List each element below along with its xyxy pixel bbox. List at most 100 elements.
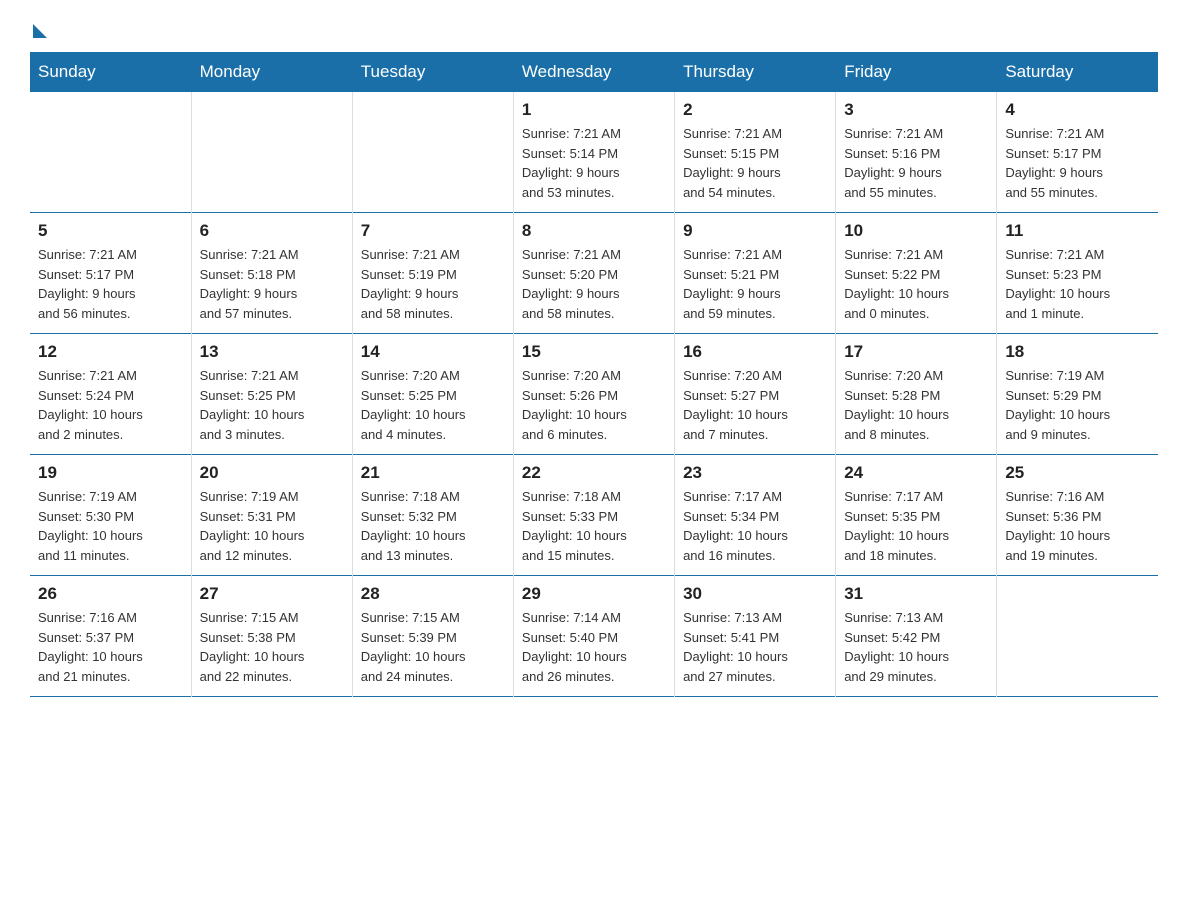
day-info: Sunrise: 7:21 AMSunset: 5:21 PMDaylight:… bbox=[683, 245, 827, 323]
day-info: Sunrise: 7:18 AMSunset: 5:32 PMDaylight:… bbox=[361, 487, 505, 565]
day-info: Sunrise: 7:18 AMSunset: 5:33 PMDaylight:… bbox=[522, 487, 666, 565]
calendar-cell: 3 Sunrise: 7:21 AMSunset: 5:16 PMDaylight… bbox=[836, 92, 997, 213]
day-number: 19 bbox=[38, 463, 183, 483]
day-number: 18 bbox=[1005, 342, 1150, 362]
day-number: 22 bbox=[522, 463, 666, 483]
day-number: 11 bbox=[1005, 221, 1150, 241]
calendar-cell: 20 Sunrise: 7:19 AMSunset: 5:31 PMDayligh… bbox=[191, 455, 352, 576]
calendar-cell: 25 Sunrise: 7:16 AMSunset: 5:36 PMDayligh… bbox=[997, 455, 1158, 576]
calendar-cell: 21 Sunrise: 7:18 AMSunset: 5:32 PMDayligh… bbox=[352, 455, 513, 576]
calendar-cell: 13 Sunrise: 7:21 AMSunset: 5:25 PMDayligh… bbox=[191, 334, 352, 455]
day-info: Sunrise: 7:21 AMSunset: 5:24 PMDaylight:… bbox=[38, 366, 183, 444]
calendar-cell: 14Sunrise: 7:20 AMSunset: 5:25 PMDayligh… bbox=[352, 334, 513, 455]
day-info: Sunrise: 7:19 AMSunset: 5:30 PMDaylight:… bbox=[38, 487, 183, 565]
day-number: 6 bbox=[200, 221, 344, 241]
page-header bbox=[30, 20, 1158, 34]
day-number: 25 bbox=[1005, 463, 1150, 483]
day-info: Sunrise: 7:13 AMSunset: 5:41 PMDaylight:… bbox=[683, 608, 827, 686]
day-info: Sunrise: 7:21 AMSunset: 5:20 PMDaylight:… bbox=[522, 245, 666, 323]
day-number: 1 bbox=[522, 100, 666, 120]
day-number: 15 bbox=[522, 342, 666, 362]
calendar-cell: 19 Sunrise: 7:19 AMSunset: 5:30 PMDayligh… bbox=[30, 455, 191, 576]
calendar-cell: 4 Sunrise: 7:21 AMSunset: 5:17 PMDaylight… bbox=[997, 92, 1158, 213]
day-info: Sunrise: 7:15 AMSunset: 5:38 PMDaylight:… bbox=[200, 608, 344, 686]
day-number: 31 bbox=[844, 584, 988, 604]
day-number: 9 bbox=[683, 221, 827, 241]
day-number: 12 bbox=[38, 342, 183, 362]
calendar-cell: 29Sunrise: 7:14 AMSunset: 5:40 PMDayligh… bbox=[513, 576, 674, 697]
day-info: Sunrise: 7:15 AMSunset: 5:39 PMDaylight:… bbox=[361, 608, 505, 686]
day-info: Sunrise: 7:21 AMSunset: 5:17 PMDaylight:… bbox=[1005, 124, 1150, 202]
column-header-tuesday: Tuesday bbox=[352, 52, 513, 92]
day-info: Sunrise: 7:19 AMSunset: 5:31 PMDaylight:… bbox=[200, 487, 344, 565]
column-header-sunday: Sunday bbox=[30, 52, 191, 92]
day-info: Sunrise: 7:21 AMSunset: 5:14 PMDaylight:… bbox=[522, 124, 666, 202]
day-info: Sunrise: 7:16 AMSunset: 5:36 PMDaylight:… bbox=[1005, 487, 1150, 565]
calendar-cell: 10 Sunrise: 7:21 AMSunset: 5:22 PMDayligh… bbox=[836, 213, 997, 334]
day-info: Sunrise: 7:21 AMSunset: 5:18 PMDaylight:… bbox=[200, 245, 344, 323]
day-info: Sunrise: 7:17 AMSunset: 5:34 PMDaylight:… bbox=[683, 487, 827, 565]
day-number: 28 bbox=[361, 584, 505, 604]
calendar-week-2: 5 Sunrise: 7:21 AMSunset: 5:17 PMDaylight… bbox=[30, 213, 1158, 334]
day-info: Sunrise: 7:17 AMSunset: 5:35 PMDaylight:… bbox=[844, 487, 988, 565]
day-number: 17 bbox=[844, 342, 988, 362]
calendar-cell: 24 Sunrise: 7:17 AMSunset: 5:35 PMDayligh… bbox=[836, 455, 997, 576]
calendar-cell: 12 Sunrise: 7:21 AMSunset: 5:24 PMDayligh… bbox=[30, 334, 191, 455]
day-number: 10 bbox=[844, 221, 988, 241]
calendar-cell: 30 Sunrise: 7:13 AMSunset: 5:41 PMDayligh… bbox=[675, 576, 836, 697]
day-number: 26 bbox=[38, 584, 183, 604]
calendar-week-1: 1 Sunrise: 7:21 AMSunset: 5:14 PMDaylight… bbox=[30, 92, 1158, 213]
day-number: 4 bbox=[1005, 100, 1150, 120]
day-info: Sunrise: 7:21 AMSunset: 5:19 PMDaylight:… bbox=[361, 245, 505, 323]
day-number: 3 bbox=[844, 100, 988, 120]
day-info: Sunrise: 7:21 AMSunset: 5:25 PMDaylight:… bbox=[200, 366, 344, 444]
day-info: Sunrise: 7:20 AMSunset: 5:26 PMDaylight:… bbox=[522, 366, 666, 444]
calendar-cell: 17 Sunrise: 7:20 AMSunset: 5:28 PMDayligh… bbox=[836, 334, 997, 455]
column-header-monday: Monday bbox=[191, 52, 352, 92]
calendar-cell: 2 Sunrise: 7:21 AMSunset: 5:15 PMDaylight… bbox=[675, 92, 836, 213]
calendar-cell: 7Sunrise: 7:21 AMSunset: 5:19 PMDaylight… bbox=[352, 213, 513, 334]
day-info: Sunrise: 7:21 AMSunset: 5:17 PMDaylight:… bbox=[38, 245, 183, 323]
calendar-cell: 18Sunrise: 7:19 AMSunset: 5:29 PMDayligh… bbox=[997, 334, 1158, 455]
calendar-cell bbox=[30, 92, 191, 213]
calendar-cell: 15 Sunrise: 7:20 AMSunset: 5:26 PMDayligh… bbox=[513, 334, 674, 455]
calendar-cell: 16Sunrise: 7:20 AMSunset: 5:27 PMDayligh… bbox=[675, 334, 836, 455]
day-info: Sunrise: 7:21 AMSunset: 5:15 PMDaylight:… bbox=[683, 124, 827, 202]
day-info: Sunrise: 7:21 AMSunset: 5:16 PMDaylight:… bbox=[844, 124, 988, 202]
calendar-cell: 31Sunrise: 7:13 AMSunset: 5:42 PMDayligh… bbox=[836, 576, 997, 697]
logo bbox=[30, 20, 47, 34]
calendar-cell: 26Sunrise: 7:16 AMSunset: 5:37 PMDayligh… bbox=[30, 576, 191, 697]
day-info: Sunrise: 7:14 AMSunset: 5:40 PMDaylight:… bbox=[522, 608, 666, 686]
day-number: 5 bbox=[38, 221, 183, 241]
calendar-cell bbox=[997, 576, 1158, 697]
day-number: 23 bbox=[683, 463, 827, 483]
column-header-thursday: Thursday bbox=[675, 52, 836, 92]
day-number: 30 bbox=[683, 584, 827, 604]
logo-arrow-icon bbox=[33, 24, 47, 38]
day-info: Sunrise: 7:20 AMSunset: 5:25 PMDaylight:… bbox=[361, 366, 505, 444]
column-header-wednesday: Wednesday bbox=[513, 52, 674, 92]
day-number: 20 bbox=[200, 463, 344, 483]
column-header-friday: Friday bbox=[836, 52, 997, 92]
day-info: Sunrise: 7:20 AMSunset: 5:28 PMDaylight:… bbox=[844, 366, 988, 444]
calendar-week-4: 19 Sunrise: 7:19 AMSunset: 5:30 PMDayligh… bbox=[30, 455, 1158, 576]
day-number: 21 bbox=[361, 463, 505, 483]
column-header-saturday: Saturday bbox=[997, 52, 1158, 92]
calendar-cell: 1 Sunrise: 7:21 AMSunset: 5:14 PMDaylight… bbox=[513, 92, 674, 213]
calendar-cell: 28 Sunrise: 7:15 AMSunset: 5:39 PMDayligh… bbox=[352, 576, 513, 697]
calendar-week-3: 12 Sunrise: 7:21 AMSunset: 5:24 PMDayligh… bbox=[30, 334, 1158, 455]
calendar-cell: 27 Sunrise: 7:15 AMSunset: 5:38 PMDayligh… bbox=[191, 576, 352, 697]
day-number: 2 bbox=[683, 100, 827, 120]
day-info: Sunrise: 7:21 AMSunset: 5:23 PMDaylight:… bbox=[1005, 245, 1150, 323]
calendar-cell: 22 Sunrise: 7:18 AMSunset: 5:33 PMDayligh… bbox=[513, 455, 674, 576]
calendar-cell: 11 Sunrise: 7:21 AMSunset: 5:23 PMDayligh… bbox=[997, 213, 1158, 334]
day-number: 24 bbox=[844, 463, 988, 483]
day-info: Sunrise: 7:20 AMSunset: 5:27 PMDaylight:… bbox=[683, 366, 827, 444]
day-number: 27 bbox=[200, 584, 344, 604]
day-number: 13 bbox=[200, 342, 344, 362]
calendar-cell bbox=[191, 92, 352, 213]
day-number: 8 bbox=[522, 221, 666, 241]
calendar-cell bbox=[352, 92, 513, 213]
day-info: Sunrise: 7:21 AMSunset: 5:22 PMDaylight:… bbox=[844, 245, 988, 323]
calendar-week-5: 26Sunrise: 7:16 AMSunset: 5:37 PMDayligh… bbox=[30, 576, 1158, 697]
